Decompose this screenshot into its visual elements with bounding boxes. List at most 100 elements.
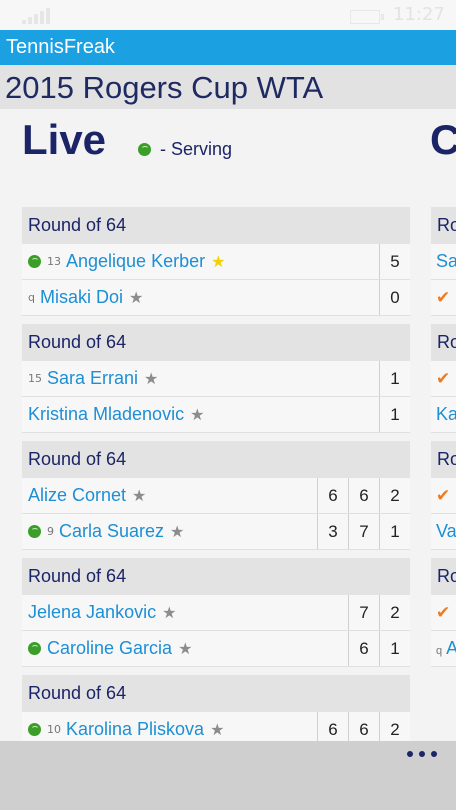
round-label: Round of 64 (22, 207, 410, 244)
tennis-ball-icon (138, 143, 151, 156)
player-name[interactable]: Alize Cornet (28, 485, 126, 506)
set-score: 7 (348, 514, 379, 549)
round-label: Round of 64 (22, 558, 410, 595)
favorite-star-icon[interactable]: ★ (132, 486, 146, 505)
favorite-star-icon[interactable]: ★ (170, 522, 184, 541)
pivot-header-live[interactable]: Live (22, 116, 106, 164)
pivot-header-next[interactable]: C (430, 116, 456, 164)
match-card[interactable]: Round of 64 Jelena Jankovic ★ 7 2 Caroline Ga… (22, 558, 410, 667)
next-player-seed: q (436, 645, 443, 657)
player-name[interactable]: Misaki Doi (40, 287, 123, 308)
next-player-row[interactable]: ✔ (431, 478, 456, 514)
score-cells: 662 (317, 478, 410, 513)
next-player-name: Va (436, 521, 456, 541)
match-card[interactable]: Round of 64 13 Angelique Kerber ★ 5 q Misaki D… (22, 207, 410, 316)
player-row[interactable]: 13 Angelique Kerber ★ 5 (22, 244, 410, 280)
match-card[interactable]: Round of 64 Alize Cornet ★ 6 6 2 9 Carla Suarez… (22, 441, 410, 550)
player-row[interactable]: 15 Sara Errani ★ 1 (22, 361, 410, 397)
set-score: 6 (317, 478, 348, 513)
favorite-star-icon[interactable]: ★ (129, 288, 143, 307)
set-score: 1 (379, 361, 410, 396)
set-score: 2 (379, 478, 410, 513)
next-player-row[interactable]: ✔ (431, 361, 456, 397)
favorite-star-icon[interactable]: ★ (178, 639, 192, 658)
app-name: TennisFreak (6, 36, 115, 58)
next-player-row[interactable]: ✔ (431, 595, 456, 631)
more-options-icon[interactable] (407, 744, 437, 764)
next-player-row[interactable]: Sa (431, 244, 456, 280)
bottom-app-bar (0, 741, 456, 810)
player-row[interactable]: Jelena Jankovic ★ 7 2 (22, 595, 410, 631)
favorite-star-icon[interactable]: ★ (211, 252, 225, 271)
serving-ball-icon (28, 642, 41, 655)
next-player-row[interactable]: Va (431, 514, 456, 550)
player-seed: 9 (47, 525, 54, 538)
next-player-row[interactable]: Ka (431, 397, 456, 433)
player-row[interactable]: q Misaki Doi ★ 0 (22, 280, 410, 316)
favorite-star-icon[interactable]: ★ (190, 405, 204, 424)
favorite-star-icon[interactable]: ★ (162, 603, 176, 622)
player-info: Caroline Garcia ★ (28, 631, 192, 666)
player-seed: 15 (28, 372, 42, 385)
next-match-card[interactable]: Ro ✔ Va (431, 441, 456, 550)
set-score: 5 (379, 244, 410, 279)
player-name[interactable]: Karolina Pliskova (66, 719, 204, 740)
next-round-label: Ro (431, 558, 456, 595)
next-match-card[interactable]: Ro ✔ q A (431, 558, 456, 667)
player-row[interactable]: Alize Cornet ★ 6 6 2 (22, 478, 410, 514)
next-match-card[interactable]: Ro ✔ Ka (431, 324, 456, 433)
player-info: 15 Sara Errani ★ (28, 361, 158, 396)
score-cells: 5 (379, 244, 410, 279)
player-row[interactable]: 9 Carla Suarez ★ 3 7 1 (22, 514, 410, 550)
next-player-name: Ka (436, 404, 456, 424)
serving-legend-label: - Serving (160, 139, 233, 159)
winner-check-icon: ✔ (436, 486, 451, 505)
player-row[interactable]: Caroline Garcia ★ 6 1 (22, 631, 410, 667)
tournament-title: 2015 Rogers Cup WTA (5, 70, 324, 105)
score-cells: 1 (379, 361, 410, 396)
set-score: 6 (348, 631, 379, 666)
set-score: 3 (317, 514, 348, 549)
set-score: 1 (379, 514, 410, 549)
next-player-name: Sa (436, 251, 456, 271)
player-seed: 10 (47, 723, 61, 736)
round-label: Round of 64 (22, 324, 410, 361)
player-name[interactable]: Kristina Mladenovic (28, 404, 184, 425)
player-name[interactable]: Angelique Kerber (66, 251, 205, 272)
favorite-star-icon[interactable]: ★ (210, 720, 224, 739)
next-player-row[interactable]: ✔ (431, 280, 456, 316)
round-label: Round of 64 (22, 441, 410, 478)
round-label: Round of 64 (22, 675, 410, 712)
next-player-name: A (446, 638, 456, 658)
player-info: Kristina Mladenovic ★ (28, 397, 204, 432)
player-info: q Misaki Doi ★ (28, 280, 143, 315)
serving-ball-icon (28, 525, 41, 538)
status-clock: 11:27 (393, 4, 445, 25)
tournament-header: 2015 Rogers Cup WTA (0, 65, 456, 109)
player-seed: 13 (47, 255, 61, 268)
player-name[interactable]: Sara Errani (47, 368, 138, 389)
serving-ball-icon (28, 255, 41, 268)
next-match-card[interactable]: Ro Sa ✔ (431, 207, 456, 316)
next-player-row[interactable]: q A (431, 631, 456, 667)
player-info: 13 Angelique Kerber ★ (28, 244, 225, 279)
live-matches-list: Round of 64 13 Angelique Kerber ★ 5 q Misaki D… (22, 207, 410, 756)
favorite-star-icon[interactable]: ★ (144, 369, 158, 388)
score-cells: 1 (379, 397, 410, 432)
score-cells: 0 (379, 280, 410, 315)
match-card[interactable]: Round of 64 10 Karolina Pliskova ★ 6 6 2 (22, 675, 410, 748)
winner-check-icon: ✔ (436, 288, 451, 307)
next-round-label: Ro (431, 324, 456, 361)
score-cells: 371 (317, 514, 410, 549)
player-name[interactable]: Jelena Jankovic (28, 602, 156, 623)
player-seed: q (28, 291, 35, 304)
app-header: TennisFreak (0, 30, 456, 65)
battery-icon (350, 10, 384, 24)
player-row[interactable]: Kristina Mladenovic ★ 1 (22, 397, 410, 433)
player-name[interactable]: Caroline Garcia (47, 638, 172, 659)
set-score: 7 (348, 595, 379, 630)
set-score: 1 (379, 631, 410, 666)
player-name[interactable]: Carla Suarez (59, 521, 164, 542)
match-card[interactable]: Round of 64 15 Sara Errani ★ 1 Kristina Mlade… (22, 324, 410, 433)
score-cells: 72 (348, 595, 410, 630)
